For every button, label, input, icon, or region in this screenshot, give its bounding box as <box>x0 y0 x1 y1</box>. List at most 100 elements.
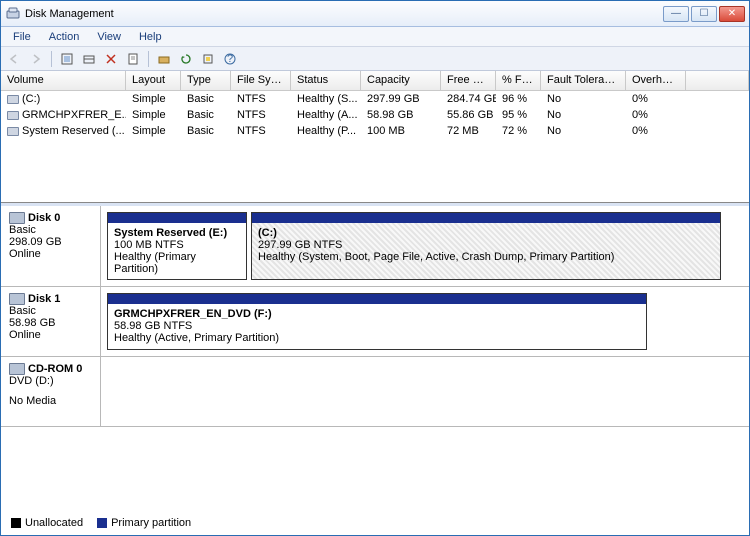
disk-type: DVD (D:) <box>9 375 92 387</box>
column-header-volume[interactable]: Volume <box>1 71 126 90</box>
tool-button-2[interactable] <box>80 50 98 68</box>
column-header-overhead[interactable]: Overhead <box>626 71 686 90</box>
disk-row[interactable]: CD-ROM 0DVD (D:) No Media <box>1 357 749 427</box>
menu-file[interactable]: File <box>5 29 39 45</box>
partition-body: System Reserved (E:)100 MB NTFSHealthy (… <box>108 223 246 279</box>
cell-pfree: 96 % <box>496 91 541 107</box>
cell-volume: (C:) <box>1 91 126 107</box>
partition[interactable]: System Reserved (E:)100 MB NTFSHealthy (… <box>107 212 247 280</box>
column-header-status[interactable]: Status <box>291 71 361 90</box>
disk-partitions: System Reserved (E:)100 MB NTFS Healthy (… <box>101 206 749 286</box>
partition-name: GRMCHPXFRER_EN_DVD (F:) <box>114 308 640 320</box>
window-title: Disk Management <box>25 8 663 20</box>
partition-name: System Reserved (E:) <box>114 227 240 239</box>
disk-partitions <box>101 357 749 426</box>
disk-status: Online <box>9 248 92 260</box>
column-header-layout[interactable]: Layout <box>126 71 181 90</box>
partition-bar <box>108 294 646 304</box>
cell-fs: NTFS <box>231 107 291 123</box>
disk-name: Disk 0 <box>28 212 60 224</box>
partition-status: Healthy (System, Boot, Page File, Active… <box>258 251 714 263</box>
disk-info: CD-ROM 0DVD (D:) No Media <box>1 357 101 426</box>
cell-volume: System Reserved (... <box>1 123 126 139</box>
cell-capacity: 297.99 GB <box>361 91 441 107</box>
disk-icon <box>9 363 25 375</box>
partition-size: 297.99 GB NTFS <box>258 239 714 251</box>
volume-row[interactable]: (C:)SimpleBasicNTFSHealthy (S...297.99 G… <box>1 91 749 107</box>
cell-free: 72 MB <box>441 123 496 139</box>
partition[interactable]: (C:)297.99 GB NTFSHealthy (System, Boot,… <box>251 212 721 280</box>
cell-overhead: 0% <box>626 123 686 139</box>
titlebar[interactable]: Disk Management — ☐ ✕ <box>1 1 749 27</box>
cell-pfree: 72 % <box>496 123 541 139</box>
volume-icon <box>7 127 19 136</box>
forward-button <box>27 50 45 68</box>
cell-type: Basic <box>181 107 231 123</box>
cell-pfree: 95 % <box>496 107 541 123</box>
legend-label-primary: Primary partition <box>111 517 191 529</box>
column-header-fault[interactable]: Fault Tolerance <box>541 71 626 90</box>
cell-layout: Simple <box>126 91 181 107</box>
partition-name: (C:) <box>258 227 714 239</box>
volume-list-pane: VolumeLayoutTypeFile SystemStatusCapacit… <box>1 71 749 203</box>
minimize-button[interactable]: — <box>663 6 689 22</box>
cell-layout: Simple <box>126 123 181 139</box>
legend-swatch-primary <box>97 518 107 528</box>
disk-status: No Media <box>9 395 92 407</box>
disk-row[interactable]: Disk 1Basic58.98 GBOnlineGRMCHPXFRER_EN_… <box>1 287 749 357</box>
column-header-free[interactable]: Free Spa... <box>441 71 496 90</box>
volume-list-header[interactable]: VolumeLayoutTypeFile SystemStatusCapacit… <box>1 71 749 91</box>
volume-icon <box>7 111 19 120</box>
toolbar: ? <box>1 47 749 71</box>
menu-view[interactable]: View <box>89 29 129 45</box>
refresh-button[interactable] <box>177 50 195 68</box>
volume-list-body[interactable]: (C:)SimpleBasicNTFSHealthy (S...297.99 G… <box>1 91 749 139</box>
delete-button[interactable] <box>102 50 120 68</box>
cell-type: Basic <box>181 91 231 107</box>
menu-action[interactable]: Action <box>41 29 88 45</box>
volume-row[interactable]: System Reserved (...SimpleBasicNTFSHealt… <box>1 123 749 139</box>
disk-info: Disk 1Basic58.98 GBOnline <box>1 287 101 356</box>
partition-body: GRMCHPXFRER_EN_DVD (F:)58.98 GB NTFSHeal… <box>108 304 646 349</box>
volume-icon <box>7 95 19 104</box>
partition-bar <box>108 213 246 223</box>
app-icon <box>5 6 21 22</box>
tool-button-1[interactable] <box>58 50 76 68</box>
legend-swatch-unallocated <box>11 518 21 528</box>
properties-button[interactable] <box>124 50 142 68</box>
cell-fs: NTFS <box>231 91 291 107</box>
close-button[interactable]: ✕ <box>719 6 745 22</box>
cell-fs: NTFS <box>231 123 291 139</box>
cell-status: Healthy (S... <box>291 91 361 107</box>
menubar: File Action View Help <box>1 27 749 47</box>
legend-label-unallocated: Unallocated <box>25 517 83 529</box>
svg-text:?: ? <box>227 53 233 65</box>
cell-type: Basic <box>181 123 231 139</box>
tool-button-3[interactable] <box>155 50 173 68</box>
column-header-type[interactable]: Type <box>181 71 231 90</box>
column-header-fs[interactable]: File System <box>231 71 291 90</box>
column-header-capacity[interactable]: Capacity <box>361 71 441 90</box>
column-header-pfree[interactable]: % Free <box>496 71 541 90</box>
maximize-button[interactable]: ☐ <box>691 6 717 22</box>
disk-icon <box>9 212 25 224</box>
cell-fault: No <box>541 107 626 123</box>
disk-row[interactable]: Disk 0Basic298.09 GBOnline System Reserve… <box>1 206 749 287</box>
partition-size: 100 MB NTFS <box>114 239 240 251</box>
disk-info: Disk 0Basic298.09 GBOnline <box>1 206 101 286</box>
disk-graphic-pane: Disk 0Basic298.09 GBOnline System Reserve… <box>1 203 749 535</box>
disk-status: Online <box>9 329 92 341</box>
cell-overhead: 0% <box>626 91 686 107</box>
volume-row[interactable]: GRMCHPXFRER_E...SimpleBasicNTFSHealthy (… <box>1 107 749 123</box>
partition-body: (C:)297.99 GB NTFSHealthy (System, Boot,… <box>252 223 720 279</box>
disk-size: 58.98 GB <box>9 317 92 329</box>
tool-button-4[interactable] <box>199 50 217 68</box>
disk-name: Disk 1 <box>28 293 60 305</box>
cell-capacity: 100 MB <box>361 123 441 139</box>
back-button <box>5 50 23 68</box>
cell-fault: No <box>541 123 626 139</box>
menu-help[interactable]: Help <box>131 29 170 45</box>
partition[interactable]: GRMCHPXFRER_EN_DVD (F:)58.98 GB NTFSHeal… <box>107 293 647 350</box>
help-button[interactable]: ? <box>221 50 239 68</box>
disk-name: CD-ROM 0 <box>28 363 82 375</box>
